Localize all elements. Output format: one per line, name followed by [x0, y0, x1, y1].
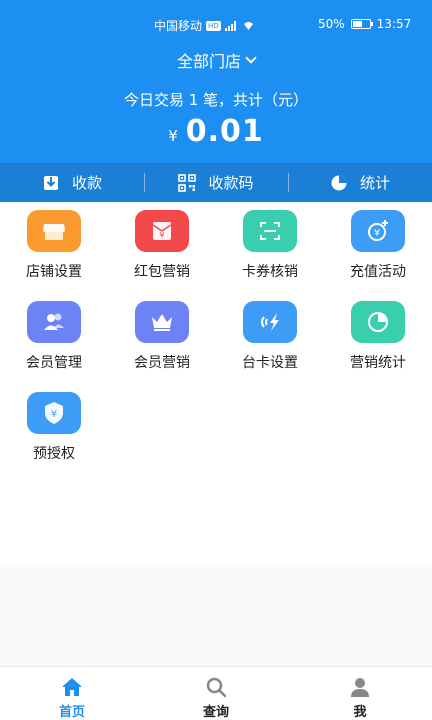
hd-badge: HD	[206, 20, 221, 31]
action-bar: 收款 收款码 统计	[0, 163, 432, 202]
tab-me-label: 我	[353, 705, 367, 720]
scan-icon	[243, 210, 297, 252]
member-marketing-tile[interactable]: 会员营销	[108, 301, 216, 372]
chart-icon	[351, 301, 405, 343]
currency-symbol: ¥	[168, 127, 178, 145]
member-management-label: 会员管理	[26, 355, 82, 371]
carrier-name: 中国移动	[154, 19, 203, 33]
member-management-tile[interactable]: 会员管理	[0, 301, 108, 372]
header: 中国移动 HD 50% 13:57 全部门店 今日交易 1 笔，共计（元） ¥ …	[0, 0, 432, 163]
qr-code-label: 收款码	[208, 174, 254, 192]
chevron-down-icon	[245, 51, 257, 64]
statistics-button[interactable]: 统计	[288, 163, 432, 202]
qr-code-button[interactable]: 收款码	[144, 163, 288, 202]
search-icon	[206, 677, 227, 698]
bottom-spacer	[0, 567, 432, 666]
crown-icon	[135, 301, 189, 343]
home-icon	[62, 678, 82, 696]
collect-button[interactable]: 收款	[0, 163, 144, 202]
marketing-statistics-tile[interactable]: 营销统计	[324, 301, 432, 372]
svg-text:¥: ¥	[51, 409, 57, 420]
total-amount: 0.01	[185, 114, 264, 149]
store-selector[interactable]: 全部门店	[0, 48, 432, 72]
tab-me[interactable]: 我	[288, 667, 432, 720]
download-icon	[43, 175, 58, 190]
recharge-activity-tile[interactable]: ¥ 充值活动	[324, 210, 432, 281]
status-bar: 中国移动 HD 50% 13:57	[0, 0, 432, 40]
red-packet-icon: ¥	[135, 210, 189, 252]
marketing-statistics-label: 营销统计	[350, 355, 406, 371]
coupon-redeem-label: 卡券核销	[242, 264, 298, 280]
nfc-icon	[243, 301, 297, 343]
signal-icon	[224, 20, 236, 31]
table-card-settings-label: 台卡设置	[242, 355, 298, 371]
wifi-icon	[243, 21, 254, 31]
statistics-label: 统计	[359, 174, 390, 192]
tab-bar: 首页 查询 我	[0, 666, 432, 720]
store-icon	[27, 210, 81, 252]
battery-percent: 50%	[318, 17, 345, 31]
tab-query-label: 查询	[202, 705, 229, 720]
pre-authorization-tile[interactable]: ¥ 预授权	[0, 392, 108, 463]
members-icon	[27, 301, 81, 343]
battery-icon	[350, 19, 373, 29]
pre-authorization-label: 预授权	[33, 446, 75, 462]
coupon-redeem-tile[interactable]: 卡券核销	[216, 210, 324, 281]
qr-code-icon	[178, 173, 197, 192]
store-selector-label: 全部门店	[176, 52, 241, 71]
svg-text:¥: ¥	[159, 231, 164, 240]
red-packet-marketing-label: 红包营销	[134, 264, 190, 280]
store-settings-label: 店铺设置	[26, 264, 82, 280]
red-packet-marketing-tile[interactable]: ¥ 红包营销	[108, 210, 216, 281]
table-card-settings-tile[interactable]: 台卡设置	[216, 301, 324, 372]
clock: 13:57	[376, 17, 412, 31]
carrier-info: 中国移动 HD	[154, 17, 254, 34]
recharge-icon: ¥	[351, 210, 405, 252]
pie-chart-icon	[331, 175, 347, 190]
user-icon	[351, 678, 369, 697]
transaction-summary: 今日交易 1 笔，共计（元）	[123, 91, 309, 109]
tab-query[interactable]: 查询	[144, 667, 288, 720]
store-settings-tile[interactable]: 店铺设置	[0, 210, 108, 281]
collect-label: 收款	[71, 174, 102, 192]
tab-home-label: 首页	[58, 705, 85, 720]
svg-text:¥: ¥	[374, 228, 380, 239]
status-right: 50% 13:57	[318, 17, 411, 31]
amount-display: ¥ 0.01	[0, 114, 432, 149]
tab-home[interactable]: 首页	[0, 667, 144, 720]
shield-yen-icon: ¥	[27, 392, 81, 434]
member-marketing-label: 会员营销	[134, 355, 190, 371]
recharge-activity-label: 充值活动	[350, 264, 406, 280]
